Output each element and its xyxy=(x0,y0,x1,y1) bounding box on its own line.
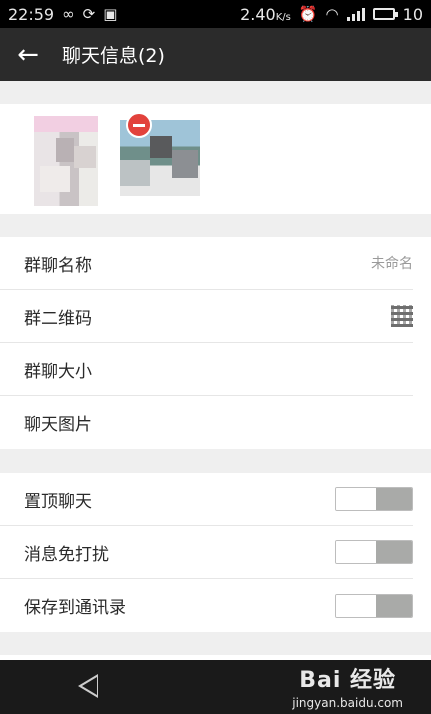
remove-member-icon[interactable] xyxy=(126,112,152,138)
qrcode-icon xyxy=(391,305,413,327)
chat-images-row[interactable]: 聊天图片 xyxy=(0,396,413,449)
watermark: Bai 经验 jingyan.baidu.com xyxy=(292,668,403,710)
back-arrow-icon[interactable]: ← xyxy=(0,28,56,81)
group-qrcode-row[interactable]: 群二维码 xyxy=(0,290,413,343)
signal-icon xyxy=(346,7,365,21)
alarm-icon: ⏰ xyxy=(298,4,318,23)
status-bar: 22:59 ∞ ⟳ ▣ 2.40K/s ⏰ ◠ 10 xyxy=(0,0,431,28)
settings-group: 群聊名称 未命名 群二维码 群聊大小 聊天图片 xyxy=(0,237,431,449)
toggle-group: 置顶聊天 消息免打扰 保存到通讯录 xyxy=(0,473,431,632)
group-size-row[interactable]: 群聊大小 xyxy=(0,343,413,396)
action-bar: ← 聊天信息(2) xyxy=(0,28,431,81)
nav-back-icon[interactable] xyxy=(78,674,98,698)
pin-chat-toggle[interactable] xyxy=(335,487,413,511)
row-label: 置顶聊天 xyxy=(24,491,92,512)
battery-icon xyxy=(372,8,398,20)
row-label: 群聊名称 xyxy=(24,255,92,276)
pin-chat-row: 置顶聊天 xyxy=(0,473,413,526)
row-label: 群聊大小 xyxy=(24,361,92,382)
row-label: 群二维码 xyxy=(24,308,92,329)
navigation-bar: Bai 经验 jingyan.baidu.com xyxy=(0,660,431,714)
wifi-icon: ◠ xyxy=(325,4,339,23)
row-label: 消息免打扰 xyxy=(24,544,109,565)
clock: 22:59 xyxy=(8,4,55,24)
save-contacts-toggle[interactable] xyxy=(335,593,413,618)
member-grid xyxy=(0,104,431,214)
battery-level: 10 xyxy=(402,4,423,24)
image-icon: ▣ xyxy=(103,4,118,23)
mute-toggle[interactable] xyxy=(335,540,413,564)
group-name-value: 未命名 xyxy=(371,256,413,272)
page-title: 聊天信息(2) xyxy=(62,45,165,67)
infinity-icon: ∞ xyxy=(62,4,75,23)
member-avatar[interactable] xyxy=(34,116,98,206)
save-contacts-row: 保存到通讯录 xyxy=(0,579,413,632)
sync-icon: ⟳ xyxy=(82,4,96,23)
row-label: 保存到通讯录 xyxy=(24,598,126,618)
data-speed: 2.40K/s xyxy=(240,4,291,24)
group-name-row[interactable]: 群聊名称 未命名 xyxy=(0,237,413,290)
row-label: 聊天图片 xyxy=(24,415,92,435)
mute-row: 消息免打扰 xyxy=(0,526,413,579)
